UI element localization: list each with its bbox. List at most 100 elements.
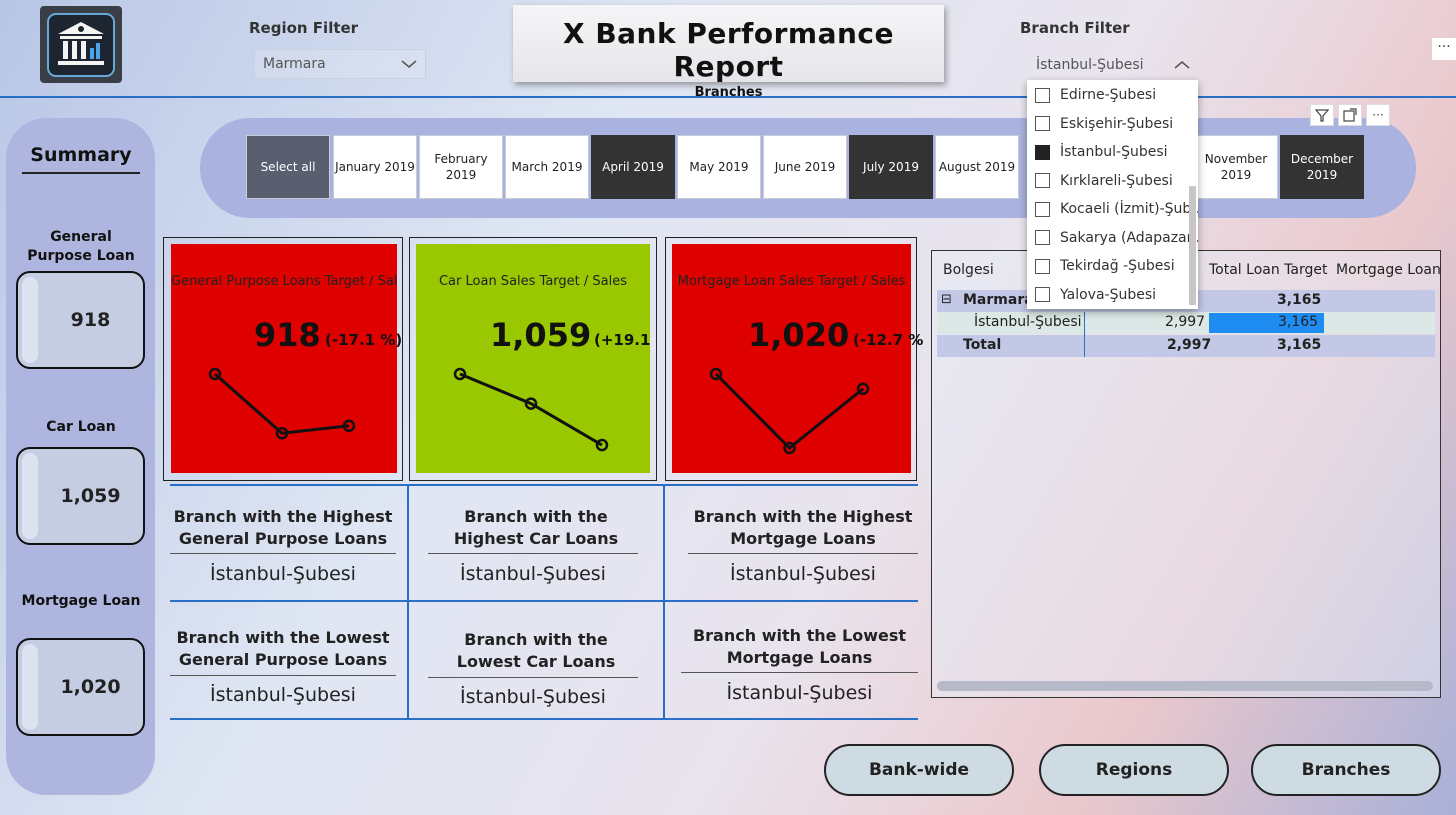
branch-option[interactable]: Kocaeli (İzmit)-Şub... xyxy=(1035,198,1198,220)
region-filter-value: Marmara xyxy=(263,56,326,72)
separator xyxy=(428,553,638,554)
kpi-percent: (-12.7 % xyxy=(853,331,924,349)
matrix-cell: 2,997 xyxy=(1165,314,1206,330)
kpi-percent: (-17.1 %) xyxy=(325,331,403,349)
visual-toolbar: ··· xyxy=(1310,104,1392,128)
checkbox-icon[interactable] xyxy=(1035,144,1050,160)
card-scrollbar xyxy=(22,644,38,730)
kpi-card-car-loan[interactable]: Car Loan Sales Target / Sales 1,059 (+19… xyxy=(416,244,650,473)
branch-filter-value: İstanbul-Şubesi xyxy=(1036,57,1144,73)
checkbox-icon[interactable] xyxy=(1035,87,1050,103)
kpi-title: General Purpose Loans Target / Sales xyxy=(171,274,397,289)
card-scrollbar xyxy=(22,277,38,363)
checkbox-icon[interactable] xyxy=(1035,230,1050,245)
checkbox-icon[interactable] xyxy=(1035,201,1050,217)
matrix-horizontal-scrollbar[interactable] xyxy=(937,681,1433,691)
header-divider xyxy=(0,96,1456,98)
summary-value: 918 xyxy=(70,309,111,331)
summary-label-general-purpose: General Purpose Loan xyxy=(27,229,135,264)
page-title: X Bank Performance Report xyxy=(562,17,894,83)
branch-option-label: Kırklareli-Şubesi xyxy=(1060,172,1173,189)
highest-mortgage-label: Branch with the Highest Mortgage Loans xyxy=(693,507,913,548)
checkbox-icon[interactable] xyxy=(1035,116,1050,131)
highest-mortgage-branch: İstanbul-Şubesi xyxy=(730,563,876,585)
matrix-row[interactable]: İstanbul-Şubesi 2,997 3,165 xyxy=(937,312,1435,334)
lowest-mortgage-label: Branch with the Lowest Mortgage Loans xyxy=(692,626,907,667)
focus-mode-icon[interactable] xyxy=(1338,104,1362,126)
summary-card-mortgage: 1,020 xyxy=(16,638,145,736)
month-button[interactable]: December 2019 xyxy=(1280,135,1364,199)
region-filter-dropdown[interactable]: Marmara xyxy=(254,49,426,79)
month-button[interactable]: April 2019 xyxy=(591,135,675,199)
matrix-total-label: Total xyxy=(963,337,1002,353)
month-button[interactable]: Select all xyxy=(246,135,330,199)
matrix-row-label: İstanbul-Şubesi xyxy=(974,314,1082,330)
scrollbar-thumb[interactable] xyxy=(937,681,1433,691)
checkbox-icon[interactable] xyxy=(1035,287,1050,302)
branch-option-label: Eskişehir-Şubesi xyxy=(1060,115,1174,132)
checkbox-icon[interactable] xyxy=(1035,258,1050,274)
month-button[interactable]: January 2019 xyxy=(333,135,417,199)
branch-list-scrollbar[interactable] xyxy=(1189,186,1196,305)
highest-car-label: Branch with the Highest Car Loans xyxy=(453,507,619,548)
branch-option[interactable]: Tekirdağ -Şubesi xyxy=(1035,255,1175,277)
loan-matrix[interactable]: Bolgesi Total Loan Target Mortgage Loan … xyxy=(931,250,1441,698)
branch-option-label: Kocaeli (İzmit)-Şub... xyxy=(1060,201,1198,217)
branch-option[interactable]: Sakarya (Adapazar... xyxy=(1035,227,1198,249)
bank-icon xyxy=(47,12,115,77)
separator xyxy=(170,675,396,676)
grid-line xyxy=(170,718,918,720)
grid-line xyxy=(407,484,409,718)
branches-button[interactable]: Branches xyxy=(1251,744,1441,796)
branch-option[interactable]: Yalova-Şubesi xyxy=(1035,284,1156,306)
highest-general-purpose-label: Branch with the Highest General Purpose … xyxy=(173,507,393,548)
branch-option[interactable]: Kırklareli-Şubesi xyxy=(1035,170,1173,192)
branch-option[interactable]: Edirne-Şubesi xyxy=(1035,84,1156,106)
month-button[interactable]: March 2019 xyxy=(505,135,589,199)
branch-option[interactable]: İstanbul-Şubesi xyxy=(1035,141,1168,163)
card-scrollbar xyxy=(22,453,38,539)
summary-title: Summary xyxy=(22,144,140,174)
month-button[interactable]: August 2019 xyxy=(935,135,1019,199)
summary-label-mortgage: Mortgage Loan xyxy=(21,593,141,609)
branch-option[interactable]: Eskişehir-Şubesi xyxy=(1035,113,1173,135)
grid-line xyxy=(170,600,918,602)
more-options-icon[interactable]: ··· xyxy=(1366,104,1390,126)
regions-button[interactable]: Regions xyxy=(1039,744,1229,796)
summary-value: 1,020 xyxy=(60,676,121,698)
matrix-header: Total Loan Target xyxy=(1209,262,1328,278)
month-button[interactable]: May 2019 xyxy=(677,135,761,199)
filter-icon[interactable] xyxy=(1310,104,1334,126)
collapse-icon[interactable]: ⊟ xyxy=(941,292,952,307)
month-button[interactable]: February 2019 xyxy=(419,135,503,199)
bank-wide-button[interactable]: Bank-wide xyxy=(824,744,1014,796)
kpi-percent: (+19.1 xyxy=(594,331,651,349)
branch-filter-label: Branch Filter xyxy=(1020,19,1130,37)
branch-filter-list[interactable]: Edirne-Şubesi Eskişehir-Şubesi İstanbul-Şu… xyxy=(1027,80,1198,309)
more-options-icon[interactable]: ··· xyxy=(1432,38,1456,60)
chevron-up-icon xyxy=(1174,61,1190,69)
kpi-title: Car Loan Sales Target / Sales xyxy=(438,274,628,289)
lowest-car-label: Branch with the Lowest Car Loans xyxy=(456,630,616,671)
matrix-group-label: Marmara xyxy=(963,292,1034,308)
checkbox-icon[interactable] xyxy=(1035,173,1050,188)
kpi-value: 1,020 xyxy=(748,316,850,354)
grid-line xyxy=(170,484,918,486)
branch-filter-dropdown[interactable]: İstanbul-Şubesi xyxy=(1028,50,1198,80)
bank-logo xyxy=(40,6,122,83)
lowest-general-purpose-branch: İstanbul-Şubesi xyxy=(210,684,356,706)
report-title-box: X Bank Performance Report Branches xyxy=(513,5,944,100)
month-button[interactable]: November 2019 xyxy=(1194,135,1278,199)
highest-general-purpose-branch: İstanbul-Şubesi xyxy=(210,563,356,585)
month-button[interactable]: June 2019 xyxy=(763,135,847,199)
highest-car-branch: İstanbul-Şubesi xyxy=(460,563,606,585)
region-filter-label: Region Filter xyxy=(249,19,359,37)
lowest-mortgage-branch: İstanbul-Şubesi xyxy=(726,682,873,704)
kpi-card-general-purpose[interactable]: General Purpose Loans Target / Sales 918… xyxy=(171,244,402,473)
matrix-cell: 2,997 xyxy=(1167,337,1212,353)
month-button[interactable]: July 2019 xyxy=(849,135,933,199)
summary-card-general-purpose: 918 xyxy=(16,271,145,369)
matrix-total-row: Total 2,997 3,165 xyxy=(937,335,1435,357)
lowest-general-purpose-label: Branch with the Lowest General Purpose L… xyxy=(176,628,390,669)
kpi-card-mortgage[interactable]: Mortgage Loan Sales Target / Sales 1,020… xyxy=(672,244,923,473)
